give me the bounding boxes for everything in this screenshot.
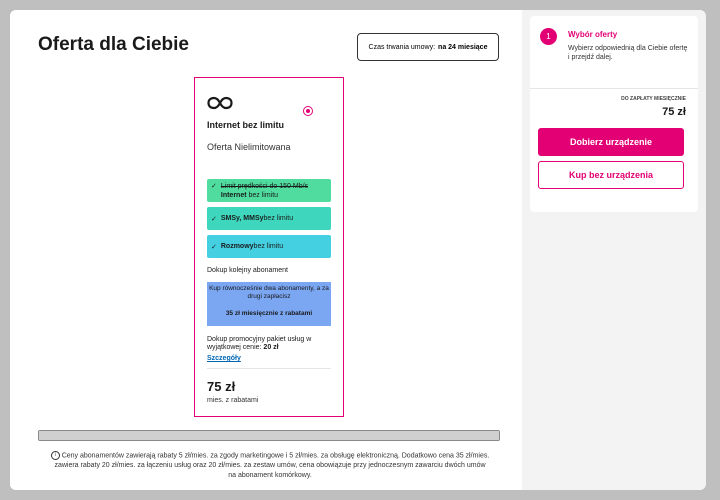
feature-sms-bold: SMSy, MMSy bbox=[220, 215, 264, 222]
duration-label: Czas trwania umowy: bbox=[368, 43, 436, 51]
product-name: Internet bez limitu bbox=[207, 120, 285, 130]
main-panel: Oferta dla Ciebie Czas trwania umowy: na… bbox=[10, 10, 522, 490]
add-device-button[interactable]: Dobierz urządzenie bbox=[538, 128, 684, 156]
check-icon: ✓ bbox=[211, 243, 217, 251]
contract-duration-button[interactable]: Czas trwania umowy: na 24 miesiące bbox=[357, 33, 499, 61]
footnote-text: Ceny abonamentów zawierają rabaty 5 zł/m… bbox=[54, 452, 490, 480]
scroll-progress-fill bbox=[39, 431, 499, 440]
promo-text: Kup równocześnie dwa abonamenty, a za dr… bbox=[209, 285, 329, 300]
step-title: Wybór oferty bbox=[568, 30, 618, 39]
feature-internet-strike: Limit prędkości do 150 Mb/s bbox=[220, 183, 309, 190]
extra-subscription-label: Dokup kolejny abonament bbox=[207, 267, 288, 274]
offer-card[interactable]: Internet bez limitu Oferta Nielimitowana… bbox=[194, 77, 344, 417]
scroll-progress-bar[interactable] bbox=[38, 430, 500, 441]
offer-radio[interactable] bbox=[303, 106, 313, 116]
monthly-price: 75 zł bbox=[662, 106, 686, 118]
step-description: Wybierz odpowiednią dla Ciebie ofertę i … bbox=[568, 45, 688, 61]
step-number-badge: 1 bbox=[540, 28, 557, 45]
feature-internet: ✓ Limit prędkości do 150 Mb/s Internet b… bbox=[207, 179, 331, 202]
feature-calls: ✓ Rozmowy bez limitu bbox=[207, 235, 331, 258]
feature-sms-rest: bez limitu bbox=[263, 215, 294, 222]
duration-value: na 24 miesiące bbox=[438, 43, 488, 51]
check-icon: ✓ bbox=[211, 183, 217, 190]
sidebar-divider bbox=[530, 88, 698, 89]
page-title: Oferta dla Ciebie bbox=[38, 34, 189, 55]
feature-calls-bold: Rozmowy bbox=[220, 243, 254, 250]
promo-package-text: Dokup promocyjny pakiet usług w wyjątkow… bbox=[207, 336, 312, 351]
buy-without-device-button[interactable]: Kup bez urządzenia bbox=[538, 161, 684, 189]
feature-calls-rest: bez limitu bbox=[253, 243, 284, 250]
infinity-icon bbox=[207, 96, 233, 110]
app-frame: Oferta dla Ciebie Czas trwania umowy: na… bbox=[10, 10, 706, 490]
info-icon: i bbox=[50, 451, 60, 460]
feature-internet-bold: Internet bbox=[220, 192, 247, 199]
promo-price: 35 zł miesięcznie z rabatami bbox=[225, 310, 313, 317]
details-link[interactable]: Szczegóły bbox=[207, 355, 241, 362]
feature-sms: ✓ SMSy, MMSy bez limitu bbox=[207, 207, 331, 230]
promo-package-price: 20 zł bbox=[263, 344, 279, 351]
card-price: 75 zł bbox=[207, 379, 236, 394]
order-sidebar: 1 Wybór oferty Wybierz odpowiednią dla C… bbox=[530, 16, 698, 212]
monthly-label: DO ZAPŁATY MIESIĘCZNIE bbox=[621, 96, 686, 102]
card-price-sub: mies. z rabatami bbox=[207, 397, 259, 404]
footnote: i Ceny abonamentów zawierają rabaty 5 zł/… bbox=[50, 451, 490, 481]
feature-internet-rest: bez limitu bbox=[246, 192, 279, 199]
offer-name: Oferta Nielimitowana bbox=[207, 142, 291, 152]
promo-package: Dokup promocyjny pakiet usług w wyjątkow… bbox=[207, 336, 331, 352]
promo-box: Kup równocześnie dwa abonamenty, a za dr… bbox=[207, 282, 331, 326]
check-icon: ✓ bbox=[211, 215, 217, 223]
card-divider bbox=[207, 368, 331, 369]
